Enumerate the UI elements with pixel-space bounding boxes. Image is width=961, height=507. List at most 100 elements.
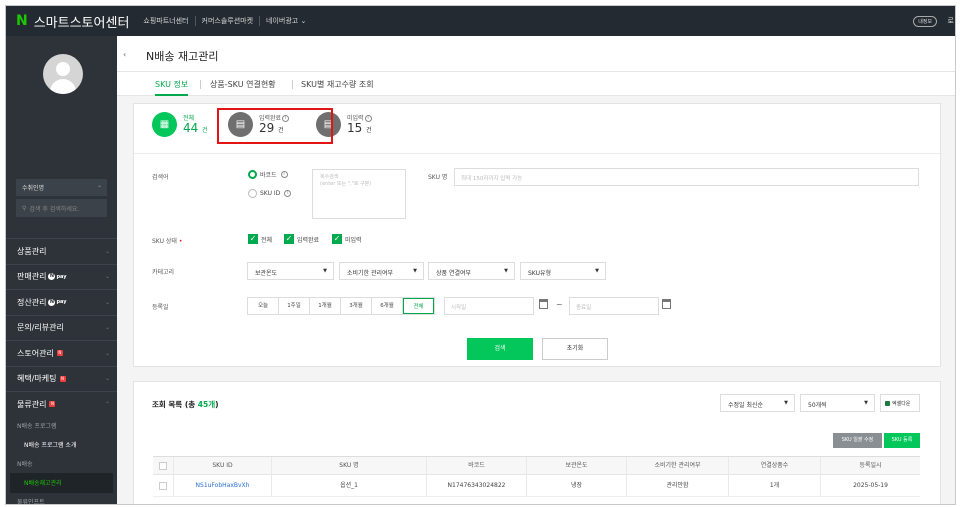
sub-item-inventory[interactable]: N배송재고관리 <box>10 472 113 493</box>
sidebar-item-logistics[interactable]: 물류관리 N ⌃ <box>6 391 117 417</box>
store-select[interactable]: 수취인명 ⌄ <box>16 179 107 196</box>
multi-search-textarea[interactable]: 복수검색 (enter 또는 ","로 구분) <box>312 169 406 219</box>
naver-logo-icon[interactable]: N <box>16 13 28 29</box>
check-icon: ✓ <box>332 234 342 244</box>
sidebar-item-product[interactable]: 상품관리 ⌄ <box>6 238 117 264</box>
check-icon: ✓ <box>248 234 258 244</box>
sidebar-item-label: 판매관리 <box>17 272 47 282</box>
tab-sku-stock[interactable]: SKU별 재고수량 조회 <box>301 79 374 90</box>
check-completed[interactable]: ✓ 입력완료 <box>284 234 319 244</box>
check-missing[interactable]: ✓ 미입력 <box>332 234 362 244</box>
date-today-button[interactable]: 오늘 <box>248 298 279 314</box>
chevron-up-icon: ⌃ <box>104 400 110 408</box>
tab-sku-info[interactable]: SKU 정보 <box>155 79 189 96</box>
excel-download-button[interactable]: 엑셀다운 <box>880 394 920 412</box>
expiry-select[interactable]: 소비기한 관리여부 ▼ <box>339 262 424 280</box>
column-header: 보관온도 <box>526 457 626 474</box>
app-title[interactable]: 스마트스토어센터 <box>34 12 130 31</box>
chevron-down-icon: ⌄ <box>104 298 110 306</box>
storage-temp-select[interactable]: 보관온도 ▼ <box>247 262 334 280</box>
stat-value: 15 <box>347 120 363 135</box>
menu-search-input[interactable]: ⚲ 검색 후 검색하세요. <box>16 199 107 217</box>
reset-button[interactable]: 초기화 <box>542 338 608 360</box>
select-label: 보관온도 <box>255 270 278 277</box>
table-row[interactable]: NS1uFobHaxBvXh 옵션_1 N17476343024822 냉장 관… <box>153 475 920 497</box>
sidebar-item-label: 문의/리뷰관리 <box>17 323 64 333</box>
status-label: SKU 상태 • <box>152 238 183 245</box>
new-badge: N <box>49 401 56 408</box>
row-checkbox-cell[interactable] <box>153 475 173 496</box>
chevron-down-icon: ⌄ <box>104 247 110 255</box>
npay-icon: N <box>48 298 56 306</box>
main-content: ‹ N배송 재고관리 SKU 정보 상품-SKU 연결현황 SKU별 재고수량 … <box>117 36 955 504</box>
stat-total[interactable]: ▦ 전체 44 건 <box>152 112 208 137</box>
calendar-icon[interactable] <box>662 299 671 309</box>
sku-id-link[interactable]: NS1uFobHaxBvXh <box>173 475 271 496</box>
keyword-label: 검색어 <box>152 174 169 181</box>
stat-value: 44 <box>183 120 199 135</box>
sku-name-label: SKU 명 <box>428 174 448 181</box>
date-label: 등록일 <box>152 304 169 311</box>
date-1month-button[interactable]: 1개월 <box>310 298 341 314</box>
info-icon[interactable]: i <box>280 171 288 178</box>
sidebar-item-sales[interactable]: 판매관리 Npay ⌄ <box>6 263 117 290</box>
sidebar-item-settlement[interactable]: 정산관리 Npay ⌄ <box>6 289 117 315</box>
sub-item-nprogram-intro[interactable]: N배송 프로그램 소개 <box>6 435 117 455</box>
search-button[interactable]: 검색 <box>467 338 533 360</box>
sku-register-button[interactable]: SKU 등록 <box>884 433 920 448</box>
chevron-down-icon: ⌄ <box>104 324 110 332</box>
date-3month-button[interactable]: 3개월 <box>341 298 372 314</box>
caret-down-icon: ▼ <box>784 400 788 406</box>
sub-section-nprogram: N배송 프로그램 <box>17 423 57 430</box>
calendar-icon[interactable] <box>539 299 548 309</box>
chevron-left-icon[interactable]: ‹ <box>123 50 126 59</box>
sidebar-item-marketing[interactable]: 혜택/마케팅 N ⌄ <box>6 365 117 392</box>
stat-unit: 건 <box>202 126 208 134</box>
checkbox[interactable] <box>159 481 167 490</box>
page-size-select[interactable]: 50개씩 ▼ <box>800 394 875 412</box>
sku-type-select[interactable]: SKU유형 ▼ <box>520 262 606 280</box>
product-link-select[interactable]: 상품 연결여부 ▼ <box>428 262 515 280</box>
check-all[interactable]: ✓ 전체 <box>248 234 272 244</box>
my-info-button[interactable]: 내정보 <box>913 16 937 27</box>
checkbox[interactable] <box>159 461 167 470</box>
date-1week-button[interactable]: 1주일 <box>279 298 310 314</box>
radio-barcode[interactable]: 바코드 i <box>248 170 288 179</box>
check-label: 전체 <box>261 236 273 244</box>
app-window: N 스마트스토어센터 쇼핑파트너센터 커머스솔루션마켓 네이버광고 ⌄ 내정보 … <box>5 5 956 505</box>
avatar-icon[interactable] <box>43 54 83 94</box>
sidebar-item-label: 물류관리 <box>17 399 47 409</box>
header-checkbox-cell[interactable] <box>153 457 173 474</box>
check-label: 입력완료 <box>297 236 320 244</box>
category-label: 카테고리 <box>152 269 175 276</box>
top-link-commerce-market[interactable]: 커머스솔루션마켓 <box>194 16 260 26</box>
radio-empty-icon <box>248 189 257 198</box>
table-cell: 관리안함 <box>626 475 728 496</box>
chevron-down-icon: ⌄ <box>104 375 110 383</box>
table-cell: 옵션_1 <box>271 475 426 496</box>
date-range-dash: ~ <box>556 300 563 309</box>
date-6month-button[interactable]: 6개월 <box>372 298 403 314</box>
date-all-button[interactable]: 전체 <box>403 298 434 314</box>
excel-icon <box>885 400 890 406</box>
end-date-input[interactable]: 종료일 <box>569 297 659 315</box>
sku-name-input[interactable]: 최대 150자까지 입력 가능 <box>454 168 919 186</box>
top-link-naver-ads[interactable]: 네이버광고 ⌄ <box>259 16 312 26</box>
column-header: SKU ID <box>173 457 271 474</box>
sort-select[interactable]: 수정일 최신순 ▼ <box>720 394 795 412</box>
table-cell: 2025-05-19 <box>820 475 920 496</box>
radio-sku-id[interactable]: SKU ID i <box>248 189 292 198</box>
sidebar-item-label: 상품관리 <box>17 246 47 256</box>
top-links: 쇼핑파트너센터 커머스솔루션마켓 네이버광고 ⌄ <box>137 16 312 26</box>
tab-product-sku[interactable]: 상품-SKU 연결현황 <box>210 79 276 90</box>
date-range-buttons: 오늘 1주일 1개월 3개월 6개월 전체 <box>247 297 435 315</box>
top-link-shopping-partner[interactable]: 쇼핑파트너센터 <box>137 16 194 26</box>
sidebar-item-store[interactable]: 스토어관리 N ⌄ <box>6 340 117 366</box>
title-bar: ‹ N배송 재고관리 <box>117 36 955 72</box>
sidebar-item-inquiry[interactable]: 문의/리뷰관리 ⌄ <box>6 314 117 341</box>
bulk-edit-button[interactable]: SKU 일괄 수정 <box>833 433 882 448</box>
check-label: 미입력 <box>345 236 362 244</box>
start-date-input[interactable]: 시작일 <box>444 297 534 315</box>
new-badge: N <box>59 375 66 382</box>
info-icon[interactable]: i <box>284 190 292 197</box>
